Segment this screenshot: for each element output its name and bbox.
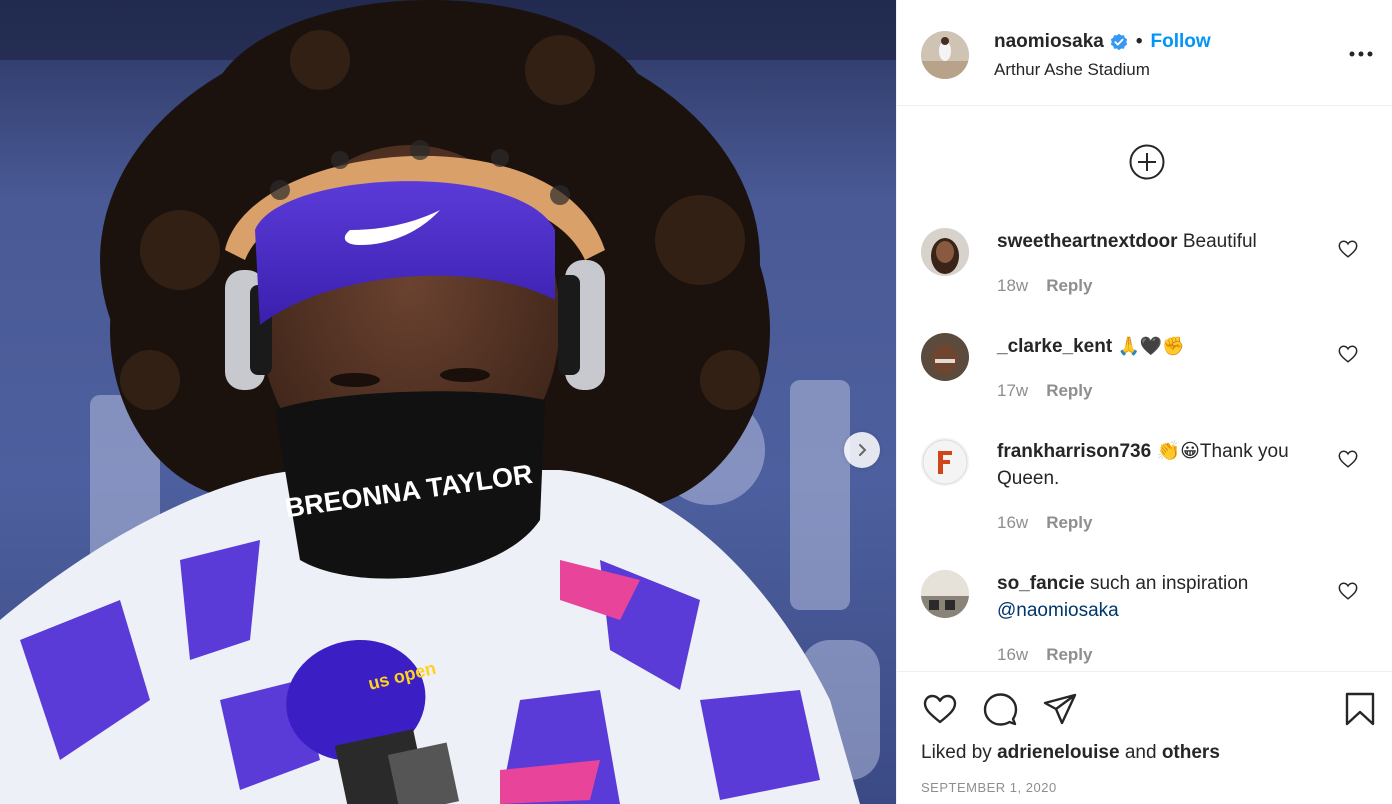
verified-badge-icon: [1110, 33, 1127, 51]
chevron-right-icon: [859, 444, 867, 456]
commenter-avatar[interactable]: [921, 570, 969, 618]
comment-meta: 16w Reply: [997, 645, 1092, 665]
load-more-comments-button[interactable]: [1128, 143, 1166, 181]
bookmark-icon[interactable]: [1341, 690, 1379, 728]
like-comment-heart-icon[interactable]: [1337, 238, 1359, 260]
comment-body: Beautiful: [1182, 231, 1257, 252]
commenter-avatar[interactable]: [921, 438, 969, 486]
post-header: naomiosaka • Follow Arthur Ashe Stadium: [897, 0, 1392, 106]
like-comment-heart-icon[interactable]: [1337, 580, 1359, 602]
liked-by-others-link[interactable]: others: [1162, 742, 1220, 763]
comment-username[interactable]: sweetheartnextdoor: [997, 231, 1178, 252]
author-line: naomiosaka • Follow: [994, 31, 1211, 53]
post-actions: Liked by adrienelouise and others SEPTEM…: [897, 671, 1392, 804]
comment-text: frankharrison736 👏😀Thank you Queen.: [997, 438, 1327, 492]
comment-text: sweetheartnextdoor Beautiful: [997, 228, 1327, 255]
comment-body: 🙏🖤✊: [1117, 336, 1185, 357]
likes-prefix: Liked by: [921, 742, 992, 763]
next-photo-button[interactable]: [844, 432, 880, 468]
more-options-button[interactable]: [1347, 40, 1375, 68]
post-photo[interactable]: BREONNA TAYLOR us open: [0, 0, 896, 804]
location-link[interactable]: Arthur Ashe Stadium: [994, 60, 1150, 80]
comment-time[interactable]: 18w: [997, 276, 1028, 296]
author-username[interactable]: naomiosaka: [994, 31, 1104, 53]
comment-bubble-icon[interactable]: [981, 690, 1019, 728]
likes-conjunction: and: [1124, 742, 1157, 763]
comment-username[interactable]: so_fancie: [997, 573, 1085, 594]
commenter-avatar[interactable]: [921, 333, 969, 381]
reply-button[interactable]: Reply: [1046, 276, 1092, 296]
share-send-icon[interactable]: [1041, 690, 1079, 728]
post-side-panel: naomiosaka • Follow Arthur Ashe Stadium: [896, 0, 1392, 804]
like-comment-heart-icon[interactable]: [1337, 343, 1359, 365]
like-heart-icon[interactable]: [921, 690, 959, 728]
comment-meta: 16w Reply: [997, 513, 1092, 533]
comment-meta: 17w Reply: [997, 381, 1092, 401]
comment-text: _clarke_kent 🙏🖤✊: [997, 333, 1327, 360]
commenter-avatar[interactable]: [921, 228, 969, 276]
plus-circle-icon: [1129, 144, 1165, 180]
reply-button[interactable]: Reply: [1046, 513, 1092, 533]
separator-dot: •: [1135, 31, 1143, 52]
reply-button[interactable]: Reply: [1046, 645, 1092, 665]
post-date[interactable]: SEPTEMBER 1, 2020: [921, 780, 1057, 795]
more-dots-icon: [1349, 51, 1373, 57]
liked-by-user-link[interactable]: adrienelouise: [997, 742, 1120, 763]
comment-time[interactable]: 16w: [997, 513, 1028, 533]
reply-button[interactable]: Reply: [1046, 381, 1092, 401]
comment-body: such an inspiration: [1089, 573, 1249, 594]
comment-username[interactable]: frankharrison736: [997, 441, 1151, 462]
comment-meta: 18w Reply: [997, 276, 1092, 296]
follow-button[interactable]: Follow: [1150, 31, 1210, 53]
comment-time[interactable]: 16w: [997, 645, 1028, 665]
like-comment-heart-icon[interactable]: [1337, 448, 1359, 470]
photo-illustration: BREONNA TAYLOR us open: [0, 0, 896, 804]
author-avatar[interactable]: [921, 31, 969, 79]
comment-username[interactable]: _clarke_kent: [997, 336, 1112, 357]
comment-text: so_fancie such an inspiration @naomiosak…: [997, 570, 1327, 624]
comment-time[interactable]: 17w: [997, 381, 1028, 401]
likes-summary: Liked by adrienelouise and others: [921, 742, 1220, 764]
comment-mention[interactable]: @naomiosaka: [997, 600, 1119, 621]
